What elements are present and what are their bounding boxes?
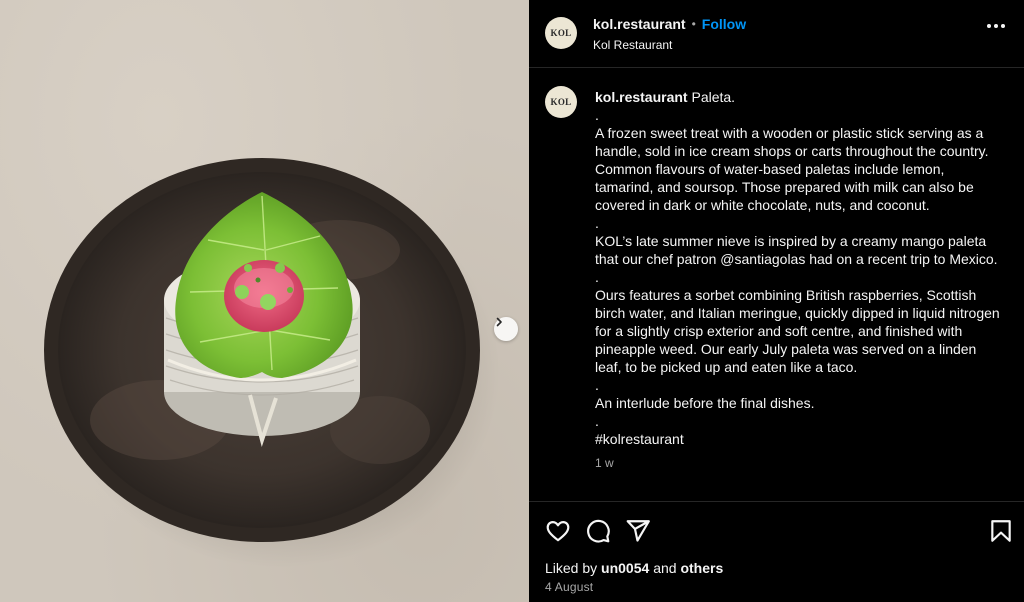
header-text: kol.restaurant • Follow Kol Restaurant [593,16,746,52]
hashtag-link[interactable]: #kolrestaurant [595,430,1005,448]
chevron-right-icon [496,317,502,327]
caption-line: . [595,377,599,393]
caption-first-line: kol.restaurant Paleta. [595,88,1005,106]
caption-body: kol.restaurant Paleta. . A frozen sweet … [595,88,1005,472]
caption-section: KOL kol.restaurant Paleta. . A frozen sw… [529,69,1024,501]
caption-avatar[interactable]: KOL [545,86,577,118]
caption-line: Ours features a sorbet combining British… [595,287,1000,375]
heart-icon[interactable] [545,518,571,544]
caption-line: . [595,107,599,123]
caption-line: An interlude before the final dishes. [595,395,815,411]
separator-dot: • [691,17,696,31]
caption-username[interactable]: kol.restaurant [595,89,688,105]
more-dot [994,24,998,28]
post-date: 4 August [545,580,594,594]
post-time[interactable]: 1 w [595,454,1005,472]
avatar-text: KOL [550,97,572,107]
header-row: kol.restaurant • Follow [593,16,746,32]
share-icon[interactable] [625,518,651,544]
post-image [0,0,529,602]
next-image-button[interactable] [494,317,518,341]
post-header: KOL kol.restaurant • Follow Kol Restaura… [529,0,1024,68]
header-subtitle[interactable]: Kol Restaurant [593,38,746,52]
caption-line: A frozen sweet treat with a wooden or pl… [595,125,989,213]
caption-line: . [595,269,599,285]
action-bar: Liked by un0054 and others 4 August [529,501,1024,602]
avatar[interactable]: KOL [545,17,577,49]
header-username[interactable]: kol.restaurant [593,16,686,32]
liked-by: Liked by un0054 and others [545,560,723,576]
dessert-photo [44,158,500,568]
more-options-button[interactable] [987,24,1005,28]
post-side-panel: KOL kol.restaurant • Follow Kol Restaura… [529,0,1024,602]
more-horizontal-icon [987,24,991,28]
liked-by-prefix: Liked by [545,560,598,576]
caption-line: . [595,215,599,231]
bookmark-icon[interactable] [988,518,1014,544]
caption-title: Paleta. [691,89,736,105]
avatar-text: KOL [550,28,572,38]
liked-by-user[interactable]: un0054 [601,560,649,576]
follow-button[interactable]: Follow [702,16,746,32]
caption-line: . [595,413,599,429]
comment-icon[interactable] [585,518,611,544]
caption-line: KOL’s late summer nieve is inspired by a… [595,233,998,267]
liked-by-others[interactable]: others [680,560,723,576]
liked-by-and: and [653,560,677,576]
more-dot [1001,24,1005,28]
